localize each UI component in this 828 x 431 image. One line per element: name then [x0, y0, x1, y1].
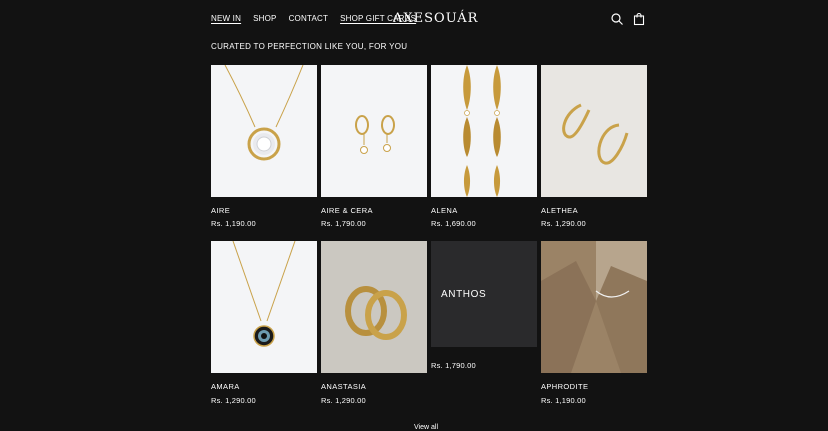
product-card[interactable] [211, 241, 317, 373]
nav-contact[interactable]: CONTACT [289, 14, 328, 23]
main-nav: NEW IN SHOP CONTACT SHOP GIFT CARDS [211, 14, 416, 23]
product-card[interactable] [541, 65, 647, 197]
product-title[interactable]: APHRODITE [541, 382, 588, 391]
product-image-aire-cera[interactable] [321, 65, 427, 197]
product-image-anastasia[interactable] [321, 241, 427, 373]
product-price: Rs. 1,790.00 [431, 361, 476, 370]
brand-logo[interactable]: AXESOUÁR [393, 11, 478, 26]
product-image-aphrodite[interactable] [541, 241, 647, 373]
product-image-alena[interactable] [431, 65, 537, 197]
product-card[interactable] [321, 241, 427, 373]
product-price: Rs. 1,190.00 [211, 219, 256, 228]
product-card[interactable] [541, 241, 647, 373]
product-title[interactable]: ALENA [431, 206, 458, 215]
product-title[interactable]: AIRE [211, 206, 230, 215]
product-card[interactable] [211, 65, 317, 197]
product-title[interactable]: AMARA [211, 382, 240, 391]
section-subtitle: CURATED TO PERFECTION LIKE YOU, FOR YOU [211, 42, 408, 51]
product-price: Rs. 1,290.00 [321, 396, 366, 405]
product-image-amara[interactable] [211, 241, 317, 373]
search-icon[interactable] [610, 12, 624, 26]
product-title[interactable]: ANASTASIA [321, 382, 366, 391]
product-title[interactable]: AIRE & CERA [321, 206, 373, 215]
bag-icon[interactable] [632, 12, 646, 26]
product-image-alethea[interactable] [541, 65, 647, 197]
product-card[interactable] [321, 65, 427, 197]
product-price: Rs. 1,290.00 [211, 396, 256, 405]
product-title[interactable]: ALETHEA [541, 206, 578, 215]
product-price: Rs. 1,190.00 [541, 396, 586, 405]
nav-new-in[interactable]: NEW IN [211, 14, 241, 23]
product-price: Rs. 1,290.00 [541, 219, 586, 228]
product-image-aire[interactable] [211, 65, 317, 197]
product-card[interactable] [431, 65, 537, 197]
product-card-anthos[interactable]: ANTHOS [431, 241, 537, 347]
product-price: Rs. 1,690.00 [431, 219, 476, 228]
product-price: Rs. 1,790.00 [321, 219, 366, 228]
product-title[interactable]: ANTHOS [441, 289, 486, 300]
nav-shop[interactable]: SHOP [253, 14, 276, 23]
view-all-link[interactable]: View all [414, 424, 438, 431]
site-header: NEW IN SHOP CONTACT SHOP GIFT CARDS AXES… [0, 0, 828, 40]
